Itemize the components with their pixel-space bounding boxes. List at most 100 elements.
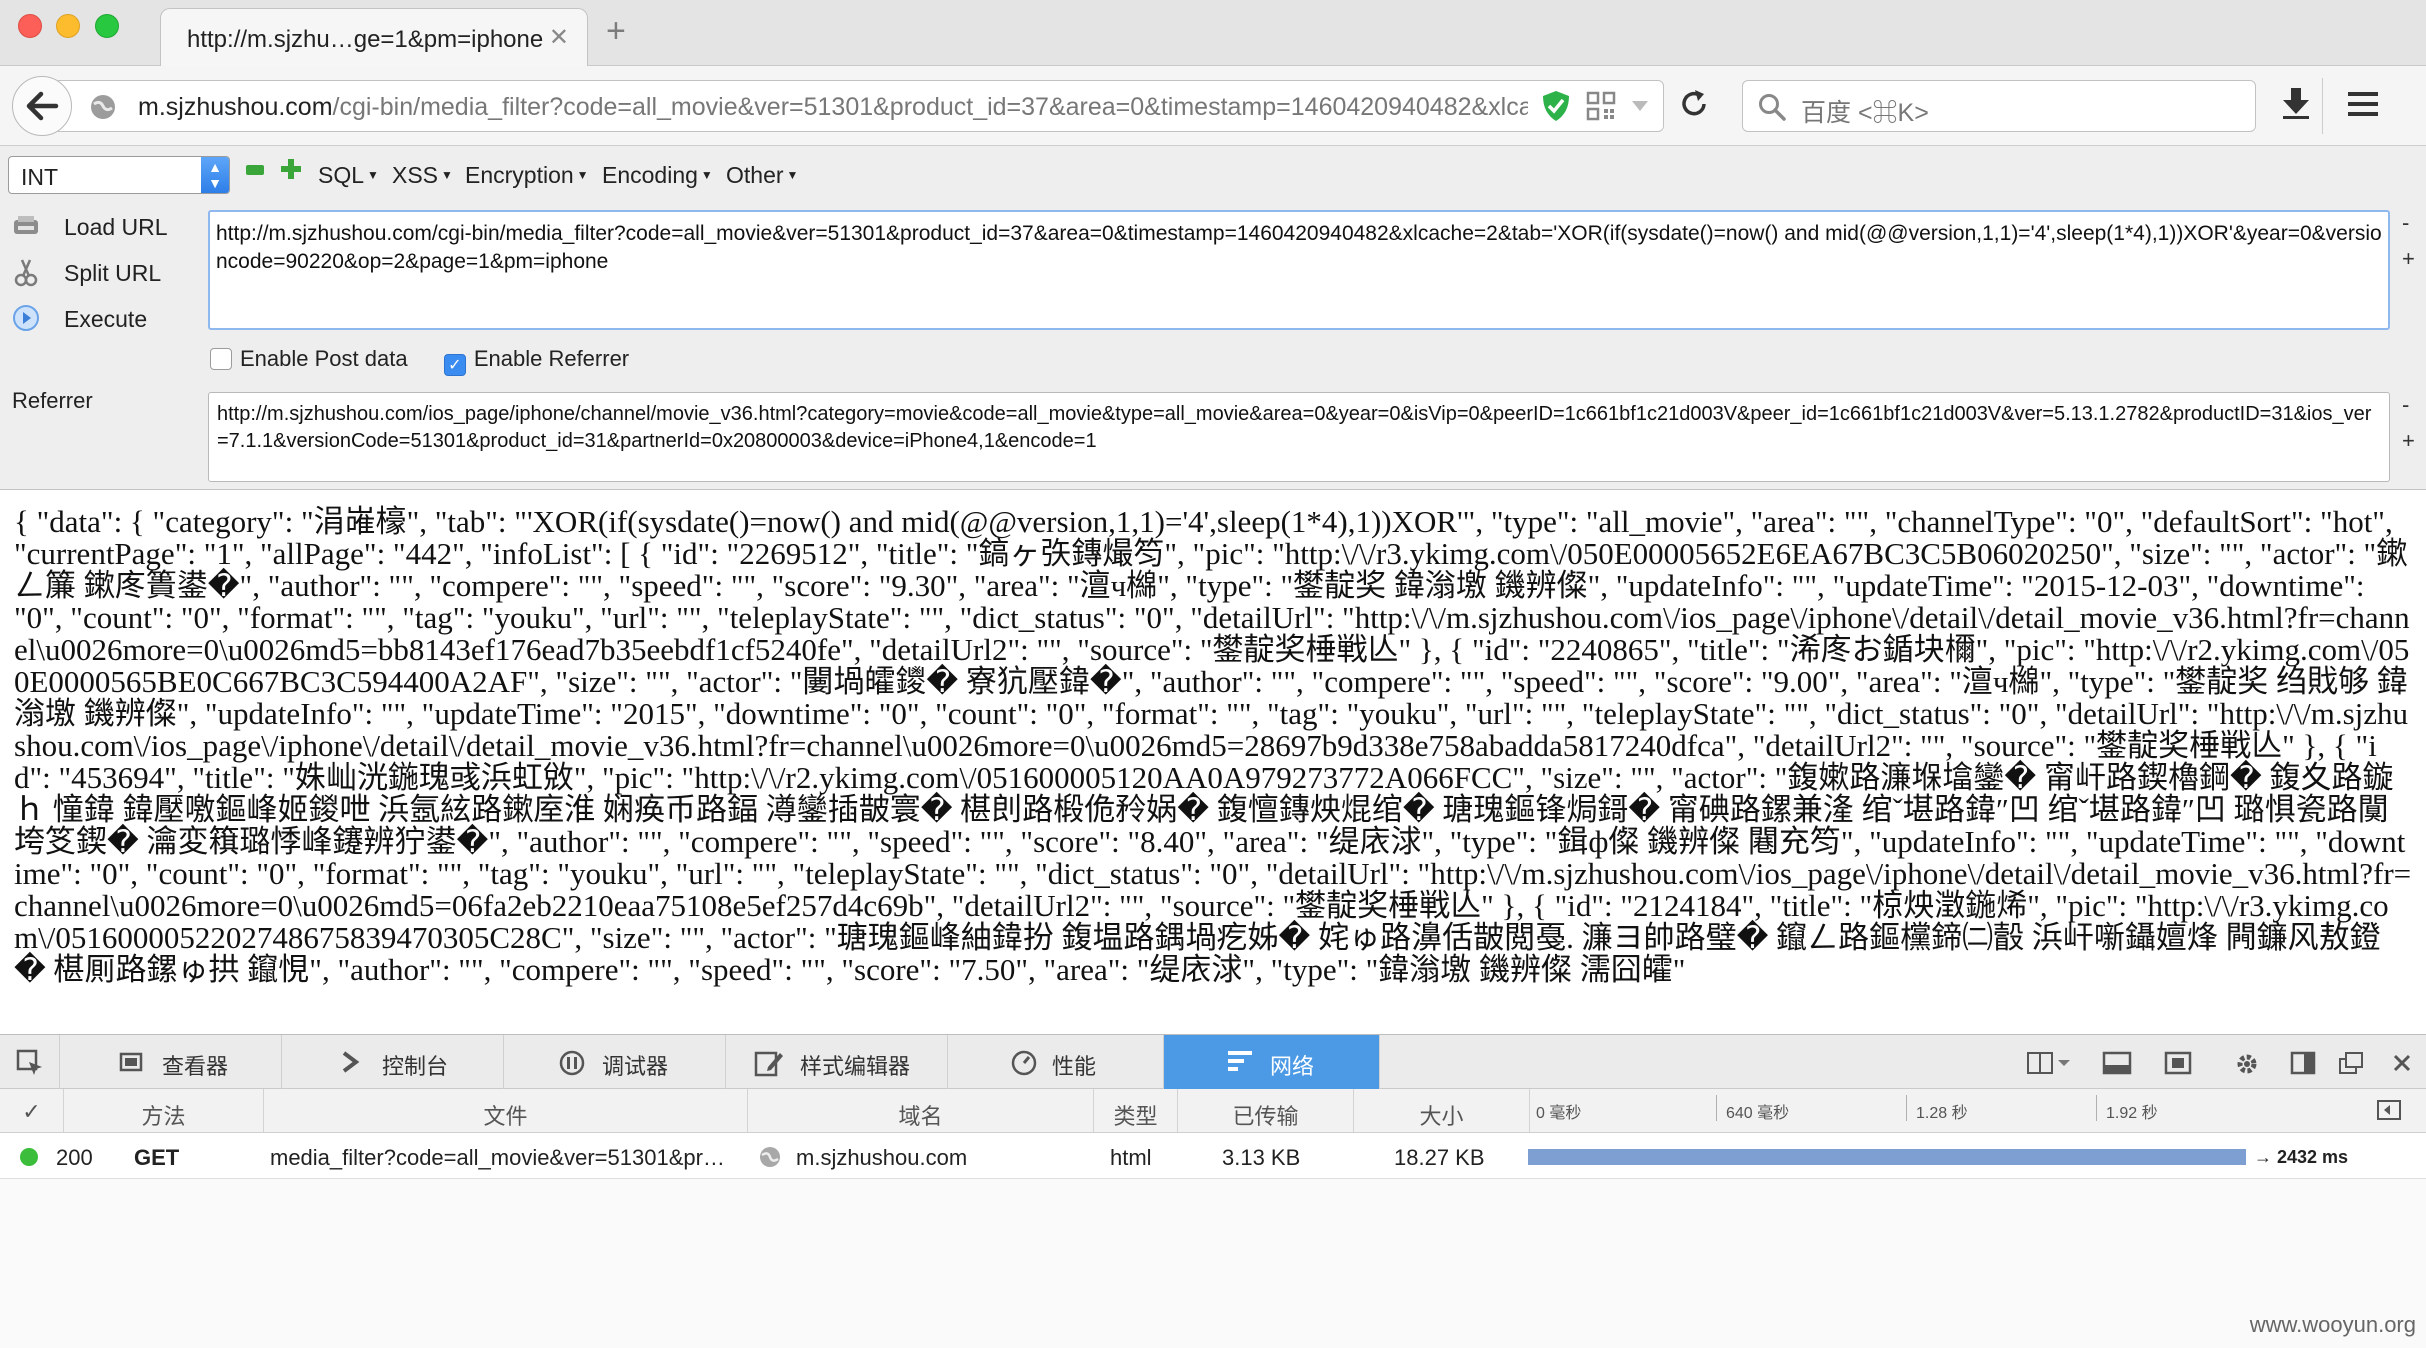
response-body: { "data": { "category": "涓嶉檺", "tab": "'… <box>0 490 2426 1034</box>
encoding-type-value: INT <box>21 164 59 190</box>
col-file[interactable]: 文件 <box>264 1089 748 1132</box>
back-button[interactable] <box>12 76 72 136</box>
options-row: Enable Post data ✓ Enable Referrer <box>210 346 629 376</box>
load-url-button[interactable]: Load URL <box>0 206 190 246</box>
address-bar[interactable]: m.sjzhushou.com/cgi-bin/media_filter?cod… <box>58 80 1664 132</box>
request-transferred: 3.13 KB <box>1222 1145 1301 1170</box>
tab-debugger-label: 调试器 <box>602 1054 669 1079</box>
dock-side-icon[interactable] <box>2290 1051 2316 1075</box>
tab-performance[interactable]: 性能 <box>948 1035 1164 1089</box>
col-domain[interactable]: 域名 <box>748 1089 1094 1132</box>
col-domain-label: 域名 <box>898 1104 943 1129</box>
debugger-icon <box>559 1050 585 1076</box>
other-menu[interactable]: Other ▼ <box>726 162 798 189</box>
url-text[interactable]: m.sjzhushou.com/cgi-bin/media_filter?cod… <box>138 93 1528 122</box>
watermark: www.wooyun.org <box>2249 1312 2416 1337</box>
tab-close-icon[interactable]: ✕ <box>549 23 569 52</box>
navigation-toolbar: m.sjzhushou.com/cgi-bin/media_filter?cod… <box>0 66 2426 146</box>
col-type[interactable]: 类型 <box>1094 1089 1178 1132</box>
play-icon <box>13 305 39 331</box>
chevron-down-icon[interactable] <box>1630 99 1650 113</box>
col-method[interactable]: 方法 <box>64 1089 264 1132</box>
col-transferred[interactable]: 已传输 <box>1178 1089 1354 1132</box>
gear-icon[interactable] <box>2234 1051 2260 1077</box>
download-icon[interactable] <box>2280 86 2312 120</box>
col-timeline[interactable]: 0 毫秒 640 毫秒 1.28 秒 1.92 秒 <box>1530 1089 2426 1132</box>
console-icon <box>342 1051 360 1073</box>
col-file-label: 文件 <box>483 1104 528 1129</box>
tab-network[interactable]: 网络 <box>1164 1035 1380 1089</box>
url-area-grow-button[interactable]: + <box>2402 246 2415 272</box>
execute-label: Execute <box>64 306 148 332</box>
tab-inspector[interactable]: 查看器 <box>60 1035 282 1089</box>
tab-performance-label: 性能 <box>1052 1054 1097 1079</box>
tab-inspector-label: 查看器 <box>162 1054 229 1079</box>
tick-divider <box>1906 1095 1907 1121</box>
tick-divider <box>1716 1095 1717 1121</box>
tab-network-label: 网络 <box>1270 1054 1315 1079</box>
network-table-header: ✓ 方法 文件 域名 类型 已传输 大小 0 毫秒 640 毫秒 1.28 秒 … <box>0 1089 2426 1133</box>
enable-referrer-checkbox[interactable]: ✓ <box>443 354 466 376</box>
undock-icon[interactable] <box>2338 1051 2364 1075</box>
request-type: html <box>1110 1145 1152 1170</box>
pick-element-icon <box>16 1049 42 1075</box>
referrer-grow-button[interactable]: + <box>2402 428 2415 454</box>
request-status: 200 <box>56 1145 93 1170</box>
decrement-icon[interactable] <box>246 165 264 175</box>
increment-icon[interactable] <box>280 158 302 180</box>
referrer-shrink-button[interactable]: - <box>2402 392 2409 418</box>
devtools-toolbar: 查看器 控制台 调试器 样式编辑器 性能 网络 <box>0 1035 2426 1089</box>
col-status[interactable]: ✓ <box>0 1089 64 1132</box>
encryption-menu[interactable]: Encryption ▼ <box>465 162 589 189</box>
qr-code-icon[interactable] <box>1586 91 1616 121</box>
tick-3: 1.92 秒 <box>2106 1105 2158 1122</box>
table-row[interactable]: 200 GET media_filter?code=all_movie&ver=… <box>0 1133 2426 1179</box>
tick-2: 1.28 秒 <box>1916 1105 1968 1122</box>
browser-tab[interactable]: http://m.sjzhu…ge=1&pm=iphone ✕ <box>160 8 588 66</box>
inspector-icon <box>119 1052 143 1072</box>
tab-title: http://m.sjzhu…ge=1&pm=iphone <box>187 26 544 53</box>
collapse-sidebar-icon[interactable] <box>2376 1099 2402 1121</box>
reload-icon[interactable] <box>1678 88 1710 120</box>
search-bar[interactable]: 百度 <⌘K> <box>1742 80 2256 132</box>
tick-divider <box>2096 1095 2097 1121</box>
request-timing-bar <box>1528 1149 2246 1165</box>
toolbar-divider <box>2322 78 2323 134</box>
load-url-icon <box>14 216 38 234</box>
url-host: m.sjzhushou.com <box>138 93 333 121</box>
sql-menu[interactable]: SQL ▼ <box>318 162 379 189</box>
responsive-mode-icon[interactable] <box>2164 1051 2192 1075</box>
tab-style-editor[interactable]: 样式编辑器 <box>726 1035 948 1089</box>
screenshot-icon[interactable] <box>2102 1051 2132 1075</box>
minimize-window-button[interactable] <box>56 14 80 38</box>
new-tab-button[interactable]: + <box>606 14 626 48</box>
url-textarea[interactable]: http://m.sjzhushou.com/cgi-bin/media_fil… <box>208 210 2390 330</box>
tick-0: 0 毫秒 <box>1536 1105 1582 1122</box>
close-icon[interactable] <box>2392 1053 2412 1073</box>
pick-element-button[interactable] <box>0 1035 60 1089</box>
col-method-label: 方法 <box>141 1104 186 1129</box>
request-timing: → 2432 ms <box>2254 1147 2349 1167</box>
hamburger-menu-icon[interactable] <box>2346 90 2380 118</box>
col-size[interactable]: 大小 <box>1354 1089 1530 1132</box>
xss-menu[interactable]: XSS ▼ <box>392 162 453 189</box>
hackbar-panel: INT ▲ ▼ SQL ▼ XSS ▼ Encryption ▼ Encoding ▼ O… <box>0 146 2426 490</box>
split-url-button[interactable]: Split URL <box>0 252 190 292</box>
tab-console[interactable]: 控制台 <box>282 1035 504 1089</box>
tab-style-editor-label: 样式编辑器 <box>800 1054 911 1079</box>
zoom-window-button[interactable] <box>95 14 119 38</box>
encoding-menu[interactable]: Encoding ▼ <box>602 162 713 189</box>
url-area-shrink-button[interactable]: - <box>2402 210 2409 236</box>
select-arrows-icon: ▲ ▼ <box>201 157 229 193</box>
globe-icon <box>91 95 115 119</box>
enable-post-checkbox[interactable] <box>210 348 232 370</box>
referrer-textarea[interactable]: http://m.sjzhushou.com/ios_page/iphone/c… <box>208 392 2390 482</box>
request-file: media_filter?code=all_movie&ver=51301&pr… <box>270 1145 725 1170</box>
encoding-type-select[interactable]: INT ▲ ▼ <box>8 156 230 194</box>
request-method: GET <box>134 1145 180 1170</box>
layout-toggle-icon[interactable] <box>2026 1051 2070 1075</box>
execute-button[interactable]: Execute <box>0 298 190 338</box>
shield-icon[interactable] <box>1540 89 1572 123</box>
close-window-button[interactable] <box>18 14 42 38</box>
tab-debugger[interactable]: 调试器 <box>504 1035 726 1089</box>
